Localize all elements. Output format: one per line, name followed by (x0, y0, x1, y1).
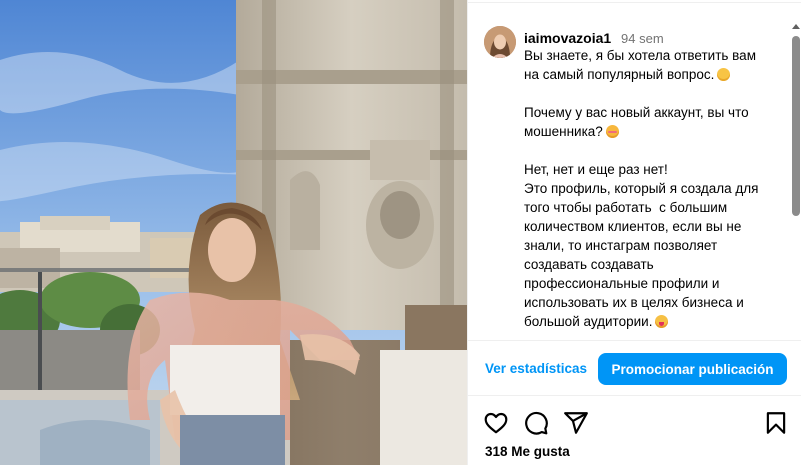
post-time[interactable]: 94 sem (621, 31, 664, 46)
author-username[interactable]: iaimovazoia1 (524, 30, 611, 46)
scroll-thumb[interactable] (792, 36, 800, 216)
post-actions (468, 404, 801, 440)
tongue-emoji-icon (655, 315, 669, 328)
flushed-emoji-icon (605, 125, 619, 138)
view-insights-link[interactable]: Ver estadísticas (485, 361, 587, 376)
caption-paragraph-3: Нет, нет и еще раз нет! Это профиль, кот… (524, 162, 759, 329)
caption-paragraph-2: Почему у вас новый аккаунт, вы что мошен… (524, 105, 753, 139)
boost-post-button[interactable]: Promocionar publicación (598, 353, 787, 385)
caption-area: iaimovazoia1 94 sem Вы знаете, я бы хоте… (468, 0, 801, 340)
smirk-emoji-icon (717, 68, 731, 81)
post-photo-image (0, 0, 467, 465)
heart-icon[interactable] (483, 410, 509, 436)
scroll-up-arrow-icon[interactable] (792, 24, 800, 29)
avatar-image (484, 26, 516, 58)
post-photo[interactable] (0, 0, 467, 465)
likes-count[interactable]: 318 Me gusta (485, 444, 570, 459)
instagram-post-view: iaimovazoia1 94 sem Вы знаете, я бы хоте… (0, 0, 801, 465)
comment-icon[interactable] (523, 410, 549, 436)
share-icon[interactable] (563, 410, 589, 436)
promo-bar: Ver estadísticas Promocionar publicación (468, 340, 801, 396)
post-details-panel: iaimovazoia1 94 sem Вы знаете, я бы хоте… (467, 0, 801, 465)
caption-scrollbar[interactable] (790, 24, 801, 340)
divider (468, 2, 801, 3)
bookmark-icon[interactable] (763, 410, 789, 436)
post-caption: Вы знаете, я бы хотела ответить вам на с… (524, 46, 774, 331)
avatar[interactable] (484, 26, 516, 58)
